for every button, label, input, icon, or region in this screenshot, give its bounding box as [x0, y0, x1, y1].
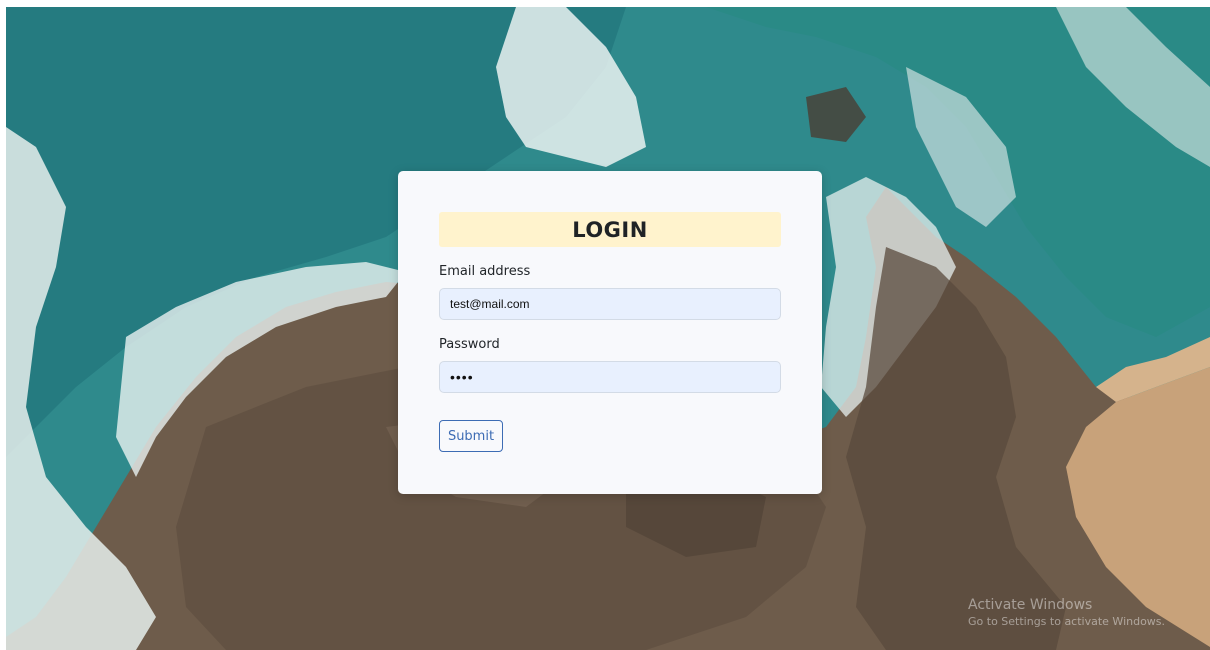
password-label: Password: [439, 337, 500, 352]
email-label: Email address: [439, 264, 531, 279]
password-field[interactable]: ••••: [439, 361, 781, 393]
login-card: LOGIN Email address test@mail.com Passwo…: [398, 171, 822, 494]
login-title: LOGIN: [572, 217, 648, 242]
login-title-bar: LOGIN: [439, 212, 781, 247]
email-field[interactable]: test@mail.com: [439, 288, 781, 320]
windows-activation-watermark: Activate Windows Go to Settings to activ…: [968, 597, 1165, 628]
email-value: test@mail.com: [450, 297, 530, 311]
watermark-subtitle: Go to Settings to activate Windows.: [968, 615, 1166, 628]
watermark-title: Activate Windows: [968, 597, 1093, 613]
submit-button[interactable]: Submit: [439, 420, 503, 452]
password-value: ••••: [450, 369, 474, 385]
